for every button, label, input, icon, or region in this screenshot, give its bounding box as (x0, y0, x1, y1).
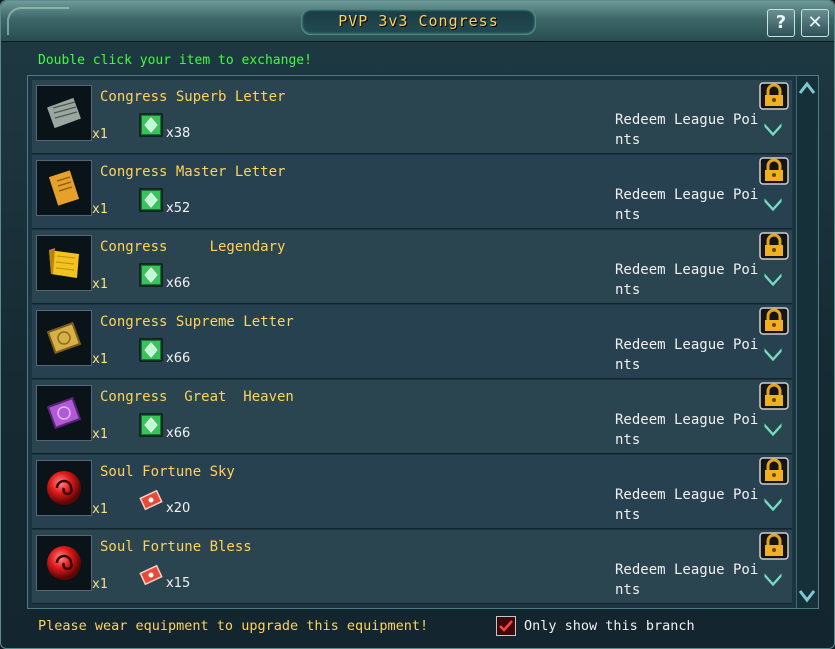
item-slot[interactable] (36, 385, 92, 441)
green-token-icon (139, 188, 163, 212)
item-cost: x66 (166, 276, 191, 291)
lock-icon[interactable] (759, 532, 789, 560)
chevron-down-icon[interactable] (762, 268, 784, 288)
chevron-down-icon[interactable] (762, 193, 784, 213)
red-ticket-icon (139, 488, 163, 512)
item-quantity: x1 (92, 202, 108, 217)
red-ticket-icon (139, 563, 163, 587)
item-name: Congress Legendary (100, 239, 286, 255)
item-name: Soul Fortune Bless (100, 539, 252, 555)
item-row[interactable]: x1 Congress Great Heaven x66 Redeem League … (32, 380, 792, 454)
redeem-label: Redeem League Points (615, 412, 759, 448)
item-row[interactable]: x1 Congress Supreme Letter x66 Redeem Leagu… (32, 305, 792, 379)
item-name: Congress Superb Letter (100, 89, 286, 105)
chevron-down-icon[interactable] (762, 418, 784, 438)
scroll-icon (45, 94, 83, 132)
red-orb-icon (45, 469, 83, 507)
item-row[interactable]: x1 Congress Legendary x66 Redeem League Poi… (32, 230, 792, 304)
lock-icon[interactable] (759, 157, 789, 185)
item-slot[interactable] (36, 460, 92, 516)
scroll-up-icon[interactable] (797, 78, 817, 100)
golden-tablet-icon (45, 319, 83, 357)
item-slot[interactable] (36, 160, 92, 216)
scrollbar[interactable] (796, 76, 817, 608)
exchange-hint: Double click your item to exchange! (38, 53, 312, 68)
chevron-down-icon[interactable] (762, 118, 784, 138)
exchange-list: x1 Congress Superb Letter x38 Redeem League… (27, 75, 819, 609)
lock-icon[interactable] (759, 82, 789, 110)
item-name: Soul Fortune Sky (100, 464, 235, 480)
only-branch-label[interactable]: Only show this branch (524, 618, 695, 634)
item-row[interactable]: x1 Soul Fortune Sky x20 Redeem League Point… (32, 455, 792, 529)
title-bar[interactable]: PVP 3v3 Congress ? ✕ (1, 1, 834, 42)
item-cost: x52 (166, 201, 191, 216)
pvp-congress-window: PVP 3v3 Congress ? ✕ Double click your i… (0, 0, 835, 649)
purple-tablet-icon (45, 394, 83, 432)
item-quantity: x1 (92, 577, 108, 592)
window-title: PVP 3v3 Congress (338, 12, 499, 30)
lock-icon[interactable] (759, 232, 789, 260)
item-slot[interactable] (36, 535, 92, 591)
item-cost: x38 (166, 126, 191, 141)
green-token-icon (139, 113, 163, 137)
letter-icon (45, 169, 83, 207)
checkmark-icon (499, 620, 513, 632)
only-branch-checkbox[interactable] (496, 616, 516, 636)
chevron-down-icon[interactable] (762, 343, 784, 363)
green-token-icon (139, 338, 163, 362)
footer-message: Please wear equipment to upgrade this eq… (38, 618, 429, 634)
help-button[interactable]: ? (767, 9, 795, 37)
item-name: Congress Great Heaven (100, 389, 294, 405)
item-quantity: x1 (92, 277, 108, 292)
lock-icon[interactable] (759, 307, 789, 335)
redeem-label: Redeem League Points (615, 112, 759, 148)
green-token-icon (139, 263, 163, 287)
item-row[interactable]: x1 Soul Fortune Bless x15 Redeem League Poi… (32, 530, 792, 604)
item-quantity: x1 (92, 427, 108, 442)
chevron-down-icon[interactable] (762, 493, 784, 513)
item-row[interactable]: x1 Congress Master Letter x52 Redeem League… (32, 155, 792, 229)
scroll-down-icon[interactable] (797, 584, 817, 606)
item-cost: x66 (166, 351, 191, 366)
item-name: Congress Master Letter (100, 164, 286, 180)
golden-scroll-icon (45, 244, 83, 282)
item-cost: x20 (166, 501, 191, 516)
green-token-icon (139, 413, 163, 437)
redeem-label: Redeem League Points (615, 487, 759, 523)
item-slot[interactable] (36, 85, 92, 141)
item-slot[interactable] (36, 235, 92, 291)
lock-icon[interactable] (759, 457, 789, 485)
item-quantity: x1 (92, 502, 108, 517)
item-slot[interactable] (36, 310, 92, 366)
item-quantity: x1 (92, 127, 108, 142)
redeem-label: Redeem League Points (615, 262, 759, 298)
redeem-label: Redeem League Points (615, 337, 759, 373)
red-orb-icon (45, 544, 83, 582)
item-cost: x66 (166, 426, 191, 441)
redeem-label: Redeem League Points (615, 562, 759, 598)
lock-icon[interactable] (759, 382, 789, 410)
redeem-label: Redeem League Points (615, 187, 759, 223)
item-cost: x15 (166, 576, 191, 591)
item-row[interactable]: x1 Congress Superb Letter x38 Redeem League… (32, 80, 792, 154)
close-button[interactable]: ✕ (801, 9, 829, 37)
chevron-down-icon[interactable] (762, 568, 784, 588)
item-quantity: x1 (92, 352, 108, 367)
item-name: Congress Supreme Letter (100, 314, 294, 330)
